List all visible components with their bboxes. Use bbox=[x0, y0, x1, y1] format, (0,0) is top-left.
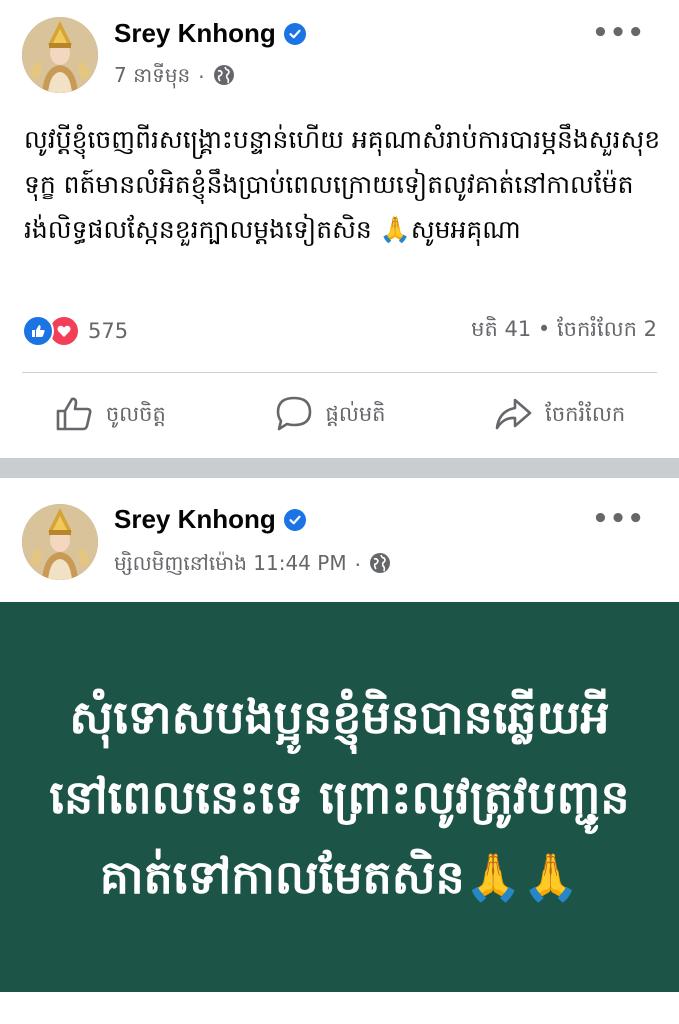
author-avatar[interactable] bbox=[22, 17, 98, 93]
post-time[interactable]: 7 នាទីមុន bbox=[114, 62, 190, 92]
post-time[interactable]: ម្សិលមិញនៅម៉ោង 11:44 PM bbox=[114, 550, 347, 580]
globe-icon bbox=[369, 552, 391, 579]
share-button-label: ចែករំលែក bbox=[545, 401, 626, 426]
thumbs-up-icon bbox=[54, 394, 94, 439]
like-button[interactable]: ចូលចិត្ត bbox=[54, 394, 166, 439]
author-name-text[interactable]: Srey Knhong bbox=[114, 504, 276, 535]
bottom-edge bbox=[0, 1010, 679, 1024]
share-button[interactable]: ចែករំលែក bbox=[493, 394, 625, 439]
author-name[interactable]: Srey Knhong bbox=[114, 504, 306, 535]
verified-icon bbox=[283, 508, 306, 531]
meta-dot: · bbox=[354, 553, 361, 577]
like-reaction-icon bbox=[22, 315, 54, 347]
post-actions: ចូលចិត្ត ផ្តល់មតិ ចែករំលែក bbox=[0, 388, 679, 444]
verified-icon bbox=[283, 22, 306, 45]
comments-count[interactable]: មតិ 41 bbox=[471, 317, 531, 341]
more-icon[interactable]: ••• bbox=[592, 504, 645, 534]
divider bbox=[22, 372, 657, 373]
text-background-card[interactable]: សុំទោសបងប្អូនខ្ញុំមិនបានឆ្លើយអីនៅពេលនេះទ… bbox=[0, 602, 679, 992]
post-text: លូវប្តីខ្ញុំចេញពីរសង្គ្រោះបន្ទាន់ហើយ អគុ… bbox=[24, 125, 661, 244]
share-icon bbox=[493, 394, 533, 439]
reactions-summary[interactable]: 575 bbox=[22, 315, 128, 347]
shares-count[interactable]: ចែករំលែក 2 bbox=[557, 317, 657, 341]
comment-button-label: ផ្តល់មតិ bbox=[325, 401, 386, 426]
feed-separator bbox=[0, 458, 679, 478]
post-meta: 7 នាទីមុន · bbox=[114, 62, 235, 92]
like-button-label: ចូលចិត្ត bbox=[105, 401, 166, 426]
globe-icon bbox=[213, 64, 235, 91]
post-meta: ម្សិលមិញនៅម៉ោង 11:44 PM · bbox=[114, 550, 391, 580]
meta-dot: · bbox=[198, 65, 205, 89]
author-name[interactable]: Srey Knhong bbox=[114, 18, 306, 49]
comment-icon bbox=[274, 394, 314, 439]
post-2: Srey Knhong ម្សិលមិញនៅម៉ោង 11:44 PM · ••… bbox=[0, 478, 679, 1024]
card-text: សុំទោសបងប្អូនខ្ញុំមិនបានឆ្លើយអីនៅពេលនេះទ… bbox=[49, 690, 630, 904]
author-name-text[interactable]: Srey Knhong bbox=[114, 18, 276, 49]
comment-share-counts: មតិ 41 • ចែករំលែក 2 bbox=[471, 316, 657, 347]
reaction-count[interactable]: 575 bbox=[88, 319, 128, 343]
stats-separator: • bbox=[537, 316, 551, 341]
post-stats: 575 មតិ 41 • ចែករំលែក 2 bbox=[22, 313, 657, 349]
comment-button[interactable]: ផ្តល់មតិ bbox=[274, 394, 386, 439]
post-1: Srey Knhong 7 នាទីមុន · ••• លូវប្តីខ្ញុំ… bbox=[0, 0, 679, 458]
author-avatar[interactable] bbox=[22, 504, 98, 580]
more-icon[interactable]: ••• bbox=[592, 18, 645, 48]
